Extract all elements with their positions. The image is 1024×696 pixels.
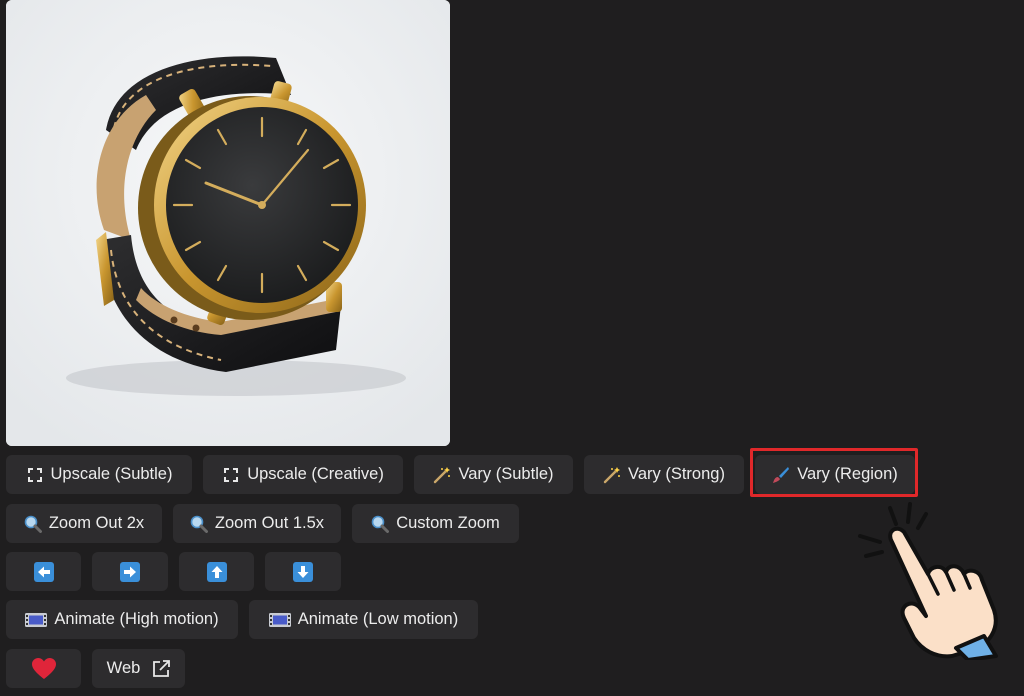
arrow-right-icon — [120, 561, 140, 582]
pan-down-button[interactable] — [265, 552, 341, 591]
web-label: Web — [106, 659, 141, 677]
external-link-icon — [152, 659, 171, 678]
highlight-box — [750, 448, 918, 497]
animate-high-motion-button[interactable]: Animate (High motion) — [6, 600, 238, 639]
pan-left-button[interactable] — [6, 552, 81, 591]
vary-subtle-label: Vary (Subtle) — [458, 465, 554, 483]
animate-high-motion-label: Animate (High motion) — [54, 610, 219, 628]
expand-icon — [26, 466, 44, 484]
zoom-out-2x-button[interactable]: Zoom Out 2x — [6, 504, 162, 543]
pan-right-button[interactable] — [92, 552, 168, 591]
magnifier-icon — [371, 515, 390, 533]
magic-wand-icon — [433, 466, 451, 484]
upscale-creative-label: Upscale (Creative) — [247, 465, 384, 483]
upscale-creative-button[interactable]: Upscale (Creative) — [203, 455, 403, 494]
arrow-left-icon — [33, 561, 54, 582]
expand-icon — [222, 466, 240, 484]
film-icon — [25, 611, 48, 629]
vary-strong-label: Vary (Strong) — [628, 465, 725, 483]
zoom-out-1-5x-label: Zoom Out 1.5x — [214, 514, 325, 532]
pointing-hand-icon — [858, 502, 998, 660]
pan-up-button[interactable] — [179, 552, 254, 591]
custom-zoom-button[interactable]: Custom Zoom — [352, 504, 519, 543]
arrow-down-icon — [293, 561, 313, 582]
vary-strong-button[interactable]: Vary (Strong) — [584, 455, 744, 494]
custom-zoom-label: Custom Zoom — [396, 514, 500, 532]
animate-low-motion-label: Animate (Low motion) — [297, 610, 459, 628]
magnifier-icon — [190, 515, 208, 533]
generated-image[interactable] — [6, 0, 450, 446]
film-icon — [268, 611, 291, 629]
heart-icon — [31, 657, 56, 680]
magic-wand-icon — [603, 466, 621, 484]
animate-low-motion-button[interactable]: Animate (Low motion) — [249, 600, 478, 639]
zoom-out-1-5x-button[interactable]: Zoom Out 1.5x — [173, 504, 341, 543]
web-button[interactable]: Web — [92, 649, 185, 688]
zoom-out-2x-label: Zoom Out 2x — [48, 514, 145, 532]
wristwatch-image — [6, 0, 450, 446]
favorite-button[interactable] — [6, 649, 81, 688]
vary-subtle-button[interactable]: Vary (Subtle) — [414, 455, 573, 494]
arrow-up-icon — [206, 561, 227, 582]
magnifier-icon — [24, 515, 42, 533]
upscale-subtle-button[interactable]: Upscale (Subtle) — [6, 455, 192, 494]
upscale-subtle-label: Upscale (Subtle) — [50, 465, 173, 483]
